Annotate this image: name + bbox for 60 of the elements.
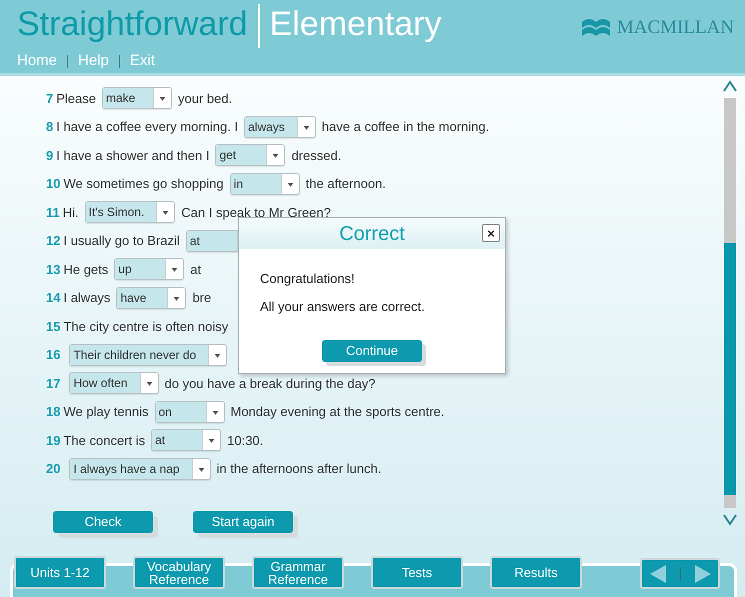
app-subtitle: Elementary [270, 4, 442, 44]
sentence-text: Please [56, 90, 96, 108]
answer-dropdown[interactable]: on [154, 400, 224, 423]
question-number: 19 [46, 432, 60, 450]
sentence-text: Monday evening at the sports centre. [230, 403, 444, 421]
close-button[interactable]: × [482, 224, 500, 242]
sentence-text: the afternoon. [306, 175, 386, 193]
scrollbar-drawing[interactable] [724, 98, 736, 508]
sentence-text: I have a shower and then I [56, 146, 210, 164]
answer-dropdown[interactable]: Their children never do [69, 344, 228, 366]
sentence-text: I always [63, 289, 110, 307]
sentence-text: We play tennis [63, 403, 148, 421]
sentence-text: do you have a break during the day? [164, 374, 376, 393]
answer-dropdown[interactable]: get [215, 144, 286, 166]
answer-dropdown[interactable]: have [116, 286, 186, 309]
answer-dropdown[interactable]: make [102, 87, 172, 110]
question-number: 15 [46, 318, 60, 336]
sentence-text: Can I speak to Mr Green? [181, 204, 331, 222]
sentence-text: bre [192, 289, 212, 307]
question-number: 17 [46, 374, 60, 392]
sentence-text: We sometimes go shopping [63, 175, 224, 193]
dialog-message: Congratulations! [260, 270, 356, 288]
answer-dropdown[interactable]: It's Simon. [84, 201, 176, 224]
answer-dropdown[interactable]: up [114, 258, 184, 280]
sentence-text: Hi. [62, 204, 79, 222]
scroll-down-icon[interactable] [723, 514, 737, 526]
question-number: 13 [46, 260, 60, 278]
sentence-text: The concert is [63, 432, 146, 450]
dialog-message: All your answers are correct. [260, 298, 426, 316]
app-title: Straightforward [17, 4, 248, 44]
sentence-text: I usually go to Brazil [63, 232, 180, 250]
question-number: 11 [46, 204, 60, 222]
sentence-text: have a coffee in the morning. [322, 118, 490, 136]
sentence-text: The city centre is often noisy [63, 318, 228, 336]
question-number: 12 [46, 232, 60, 250]
question-number: 14 [46, 289, 60, 307]
answer-dropdown[interactable]: in [230, 172, 300, 195]
question-number: 8 [46, 118, 54, 136]
sentence-text: 10:30. [227, 432, 264, 450]
publisher-logo: MACMILLAN [616, 16, 734, 40]
question-number: 7 [46, 90, 54, 108]
dialog-title: Correct [339, 222, 405, 246]
question-number: 20 [46, 460, 60, 478]
previous-icon[interactable] [648, 564, 666, 584]
question-number: 16 [46, 346, 60, 364]
question-number: 9 [46, 146, 54, 164]
sentence-text: I have a coffee every morning. I [56, 118, 238, 136]
question-number: 10 [46, 175, 60, 193]
sentence-text: in the afternoons after lunch. [216, 460, 382, 478]
sentence-text: your bed. [178, 90, 232, 108]
sentence-text: He gets [63, 260, 108, 279]
sentence-text: dressed. [291, 146, 342, 164]
answer-dropdown[interactable]: always [244, 116, 316, 138]
answer-dropdown[interactable]: How often [69, 372, 158, 394]
answer-dropdown[interactable]: I always have a nap [69, 458, 211, 480]
sentence-text: at [190, 260, 202, 278]
scroll-up-icon[interactable] [723, 80, 737, 92]
question-number: 18 [46, 403, 60, 421]
next-icon[interactable] [694, 564, 712, 584]
answer-dropdown[interactable]: at [151, 429, 222, 452]
